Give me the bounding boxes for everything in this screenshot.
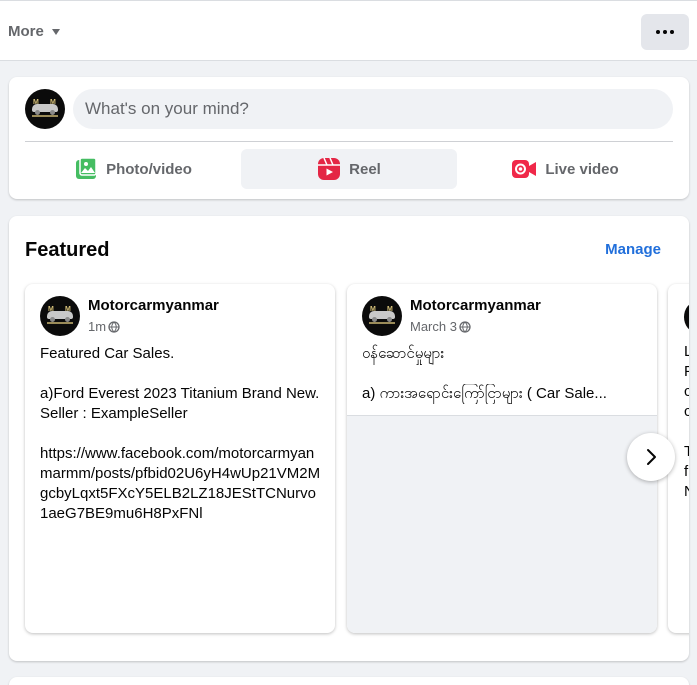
carousel-next-button[interactable]: [627, 433, 675, 481]
post-body-line: a) ကားအရောင်းကြော်ငြာများ ( Car Sale...: [362, 385, 607, 402]
live-video-button[interactable]: Live video: [457, 149, 673, 189]
peek-text: L: [684, 343, 689, 360]
post-avatar[interactable]: MM: [40, 296, 80, 336]
logo-strip: [32, 115, 58, 117]
featured-title: Featured: [25, 239, 110, 261]
next-card: [9, 677, 689, 685]
car-logo-icon: [32, 104, 58, 115]
reel-button[interactable]: Reel: [241, 149, 457, 189]
dot: [663, 30, 667, 34]
more-tab[interactable]: More: [8, 20, 60, 42]
post-avatar: [684, 302, 689, 332]
post-body-line: ဝန်ဆောင်မှုများ: [362, 345, 445, 362]
car-logo-icon: [369, 311, 395, 322]
post-media-placeholder: [347, 415, 657, 633]
featured-post[interactable]: MM Motorcarmyanmar 1m Featured Car Sales…: [25, 284, 335, 633]
peek-text: c: [684, 383, 689, 400]
manage-link[interactable]: Manage: [605, 241, 661, 258]
globe-icon: [108, 320, 120, 333]
dot: [670, 30, 674, 34]
reel-label: Reel: [349, 160, 381, 178]
divider: [25, 141, 673, 142]
photo-video-label: Photo/video: [106, 160, 192, 178]
caret-down-icon: [51, 28, 60, 35]
peek-text: N: [684, 482, 689, 502]
post-author[interactable]: Motorcarmyanmar: [88, 297, 219, 314]
logo-strip: [369, 322, 395, 324]
chevron-right-icon: [647, 449, 656, 465]
top-bar: More: [0, 0, 697, 61]
peek-text: f: [684, 463, 689, 480]
post-composer: MM What's on your mind? Photo/video Reel: [9, 77, 689, 199]
post-time[interactable]: March 3: [410, 319, 457, 334]
post-meta: 1m: [88, 319, 120, 334]
peek-text: F: [684, 363, 689, 380]
photo-video-button[interactable]: Photo/video: [25, 149, 241, 189]
post-time[interactable]: 1m: [88, 319, 106, 334]
post-body: Featured Car Sales. a)Ford Everest 2023 …: [40, 345, 321, 522]
page-avatar[interactable]: MM: [25, 89, 65, 129]
post-meta: March 3: [410, 319, 471, 334]
live-video-label: Live video: [545, 160, 619, 178]
post-author[interactable]: Motorcarmyanmar: [410, 297, 541, 314]
peek-text: c: [684, 403, 689, 420]
featured-section: Featured Manage MM Motorcarmyanmar 1m Fe…: [9, 216, 689, 661]
peek-text: T: [684, 443, 689, 460]
featured-post[interactable]: MM Motorcarmyanmar March 3 ဝန်ဆောင်မှုမျ…: [347, 284, 657, 633]
car-logo-icon: [47, 311, 73, 322]
composer-actions: Photo/video Reel Live video: [25, 149, 673, 189]
more-tab-label: More: [8, 22, 44, 40]
status-input[interactable]: What's on your mind?: [73, 89, 673, 129]
globe-icon: [459, 320, 471, 333]
logo-strip: [47, 322, 73, 324]
post-avatar[interactable]: MM: [362, 296, 402, 336]
more-options-button[interactable]: [641, 14, 689, 50]
photo-video-icon: [76, 157, 97, 179]
dot: [656, 30, 660, 34]
reel-icon: [318, 157, 341, 180]
live-video-icon: [512, 160, 537, 178]
